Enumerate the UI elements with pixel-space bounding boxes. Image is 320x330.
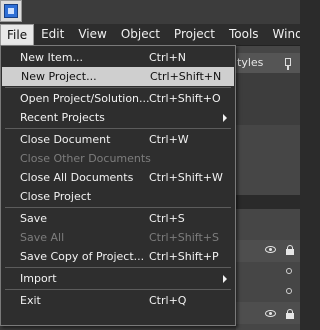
menu-file[interactable]: File bbox=[0, 24, 35, 45]
menu-item-label: Import bbox=[20, 272, 57, 285]
menu-item-label: Close All Documents bbox=[20, 171, 134, 184]
menu-edit[interactable]: Edit bbox=[34, 24, 71, 45]
menu-view[interactable]: View bbox=[71, 24, 113, 45]
menu-item-shortcut: Ctrl+N bbox=[149, 51, 187, 64]
menu-item-shortcut: Ctrl+Shift+O bbox=[149, 92, 221, 105]
menu-tools[interactable]: Tools bbox=[222, 24, 266, 45]
menu-item-new-item[interactable]: New Item... Ctrl+N bbox=[1, 48, 235, 67]
panel-content-area bbox=[236, 73, 300, 125]
file-menu-dropdown: New Item... Ctrl+N New Project... Ctrl+S… bbox=[0, 45, 236, 326]
menu-separator bbox=[5, 128, 231, 129]
app-logo-icon[interactable] bbox=[0, 0, 22, 22]
pin-icon[interactable] bbox=[285, 58, 291, 70]
menu-item-shortcut: Ctrl+Shift+W bbox=[149, 171, 223, 184]
menu-item-exit[interactable]: Exit Ctrl+Q bbox=[1, 291, 235, 310]
panel-divider-band bbox=[236, 195, 300, 209]
visibility-eye-icon[interactable] bbox=[265, 246, 276, 253]
menu-item-shortcut: Ctrl+Q bbox=[149, 294, 187, 307]
menu-item-shortcut: Ctrl+Shift+S bbox=[149, 231, 219, 244]
menu-item-label: Close Document bbox=[20, 133, 111, 146]
menu-item-shortcut: Ctrl+Shift+N bbox=[150, 70, 222, 83]
lock-icon[interactable] bbox=[286, 309, 294, 319]
menu-item-shortcut: Ctrl+S bbox=[149, 212, 185, 225]
menu-item-label: Save bbox=[20, 212, 48, 225]
app-window: tyles File Edit View Object Project Tool… bbox=[0, 0, 300, 330]
panel-tab-label[interactable]: tyles bbox=[237, 53, 263, 73]
submenu-arrow-icon bbox=[223, 275, 227, 283]
menu-item-shortcut: Ctrl+W bbox=[149, 133, 189, 146]
menu-item-close-all-documents[interactable]: Close All Documents Ctrl+Shift+W bbox=[1, 168, 235, 187]
menu-item-label: New Project... bbox=[21, 70, 97, 83]
menu-item-label: Open Project/Solution... bbox=[20, 92, 150, 105]
menu-object[interactable]: Object bbox=[114, 24, 167, 45]
menu-item-label: Exit bbox=[20, 294, 41, 307]
menu-separator bbox=[5, 267, 231, 268]
menu-item-label: Close Project bbox=[20, 190, 92, 203]
circle-toggle-icon[interactable] bbox=[286, 288, 292, 294]
menu-item-label: Close Other Documents bbox=[20, 152, 151, 165]
menu-bar: File Edit View Object Project Tools Wind… bbox=[0, 24, 300, 46]
menu-item-label: New Item... bbox=[20, 51, 84, 64]
menu-item-label: Save All bbox=[20, 231, 65, 244]
circle-toggle-icon[interactable] bbox=[286, 268, 292, 274]
menu-item-shortcut: Ctrl+Shift+P bbox=[149, 250, 219, 263]
menu-item-save-copy-of-project[interactable]: Save Copy of Project... Ctrl+Shift+P bbox=[1, 247, 235, 266]
menu-item-label: Save Copy of Project... bbox=[20, 250, 145, 263]
menu-separator bbox=[5, 207, 231, 208]
menu-separator bbox=[5, 289, 231, 290]
menu-item-recent-projects[interactable]: Recent Projects bbox=[1, 108, 235, 127]
menu-item-label: Recent Projects bbox=[20, 111, 105, 124]
menu-window[interactable]: Window bbox=[266, 24, 300, 45]
menu-item-new-project[interactable]: New Project... Ctrl+Shift+N bbox=[2, 67, 234, 86]
submenu-arrow-icon bbox=[223, 114, 227, 122]
menu-item-open-project[interactable]: Open Project/Solution... Ctrl+Shift+O bbox=[1, 89, 235, 108]
menu-item-save-all[interactable]: Save All Ctrl+Shift+S bbox=[1, 228, 235, 247]
menu-item-import[interactable]: Import bbox=[1, 269, 235, 288]
menu-item-save[interactable]: Save Ctrl+S bbox=[1, 209, 235, 228]
title-bar bbox=[0, 0, 300, 24]
menu-item-close-other-documents[interactable]: Close Other Documents bbox=[1, 149, 235, 168]
lock-icon[interactable] bbox=[286, 245, 294, 255]
visibility-eye-icon[interactable] bbox=[265, 310, 276, 317]
menu-separator bbox=[5, 87, 231, 88]
menu-item-close-project[interactable]: Close Project bbox=[1, 187, 235, 206]
menu-project[interactable]: Project bbox=[167, 24, 222, 45]
menu-item-close-document[interactable]: Close Document Ctrl+W bbox=[1, 130, 235, 149]
